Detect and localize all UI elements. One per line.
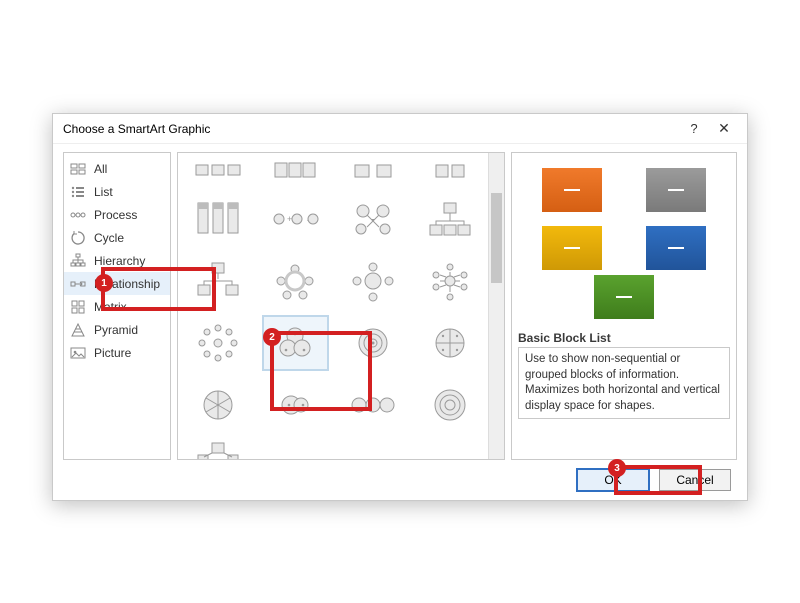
- picture-icon: [70, 345, 86, 361]
- dialog-footer: OK Cancel: [53, 460, 747, 500]
- layout-thumb[interactable]: [339, 157, 407, 185]
- layout-thumb[interactable]: [184, 439, 252, 460]
- pyramid-icon: [70, 322, 86, 338]
- layout-grid: +→: [184, 157, 484, 460]
- category-cycle[interactable]: Cycle: [64, 226, 170, 249]
- category-label: All: [94, 162, 107, 176]
- close-button[interactable]: ✕: [709, 120, 739, 137]
- cycle-icon: [70, 230, 86, 246]
- help-button[interactable]: ?: [679, 121, 709, 136]
- layout-thumb[interactable]: +→: [262, 191, 330, 247]
- category-matrix[interactable]: Matrix: [64, 295, 170, 318]
- layout-thumb[interactable]: [184, 191, 252, 247]
- all-icon: [70, 161, 86, 177]
- dialog-title: Choose a SmartArt Graphic: [63, 122, 679, 136]
- layout-thumb[interactable]: [262, 157, 330, 185]
- process-icon: [70, 207, 86, 223]
- layout-thumb[interactable]: [262, 377, 330, 433]
- layout-gallery: +→: [177, 152, 505, 460]
- smartart-dialog: Choose a SmartArt Graphic ? ✕ All List: [52, 113, 748, 501]
- category-label: Hierarchy: [94, 254, 145, 268]
- relationship-icon: [70, 276, 86, 292]
- preview-description: Use to show non-sequential or grouped bl…: [518, 347, 730, 419]
- layout-thumb[interactable]: [339, 439, 407, 460]
- preview-name: Basic Block List: [518, 331, 730, 345]
- layout-thumb[interactable]: [262, 439, 330, 460]
- category-label: Process: [94, 208, 137, 222]
- layout-thumb[interactable]: [339, 253, 407, 309]
- category-hierarchy[interactable]: Hierarchy: [64, 249, 170, 272]
- category-picture[interactable]: Picture: [64, 341, 170, 364]
- category-label: Picture: [94, 346, 131, 360]
- layout-thumb[interactable]: [184, 377, 252, 433]
- layout-thumb[interactable]: [262, 253, 330, 309]
- layout-thumb[interactable]: [339, 377, 407, 433]
- preview-pane: .pv-canvas { grid-template-columns: repe…: [511, 152, 737, 460]
- dialog-body: All List Process Cycle: [53, 144, 747, 460]
- list-icon: [70, 184, 86, 200]
- preview-block: [646, 226, 706, 270]
- layout-thumb[interactable]: [417, 191, 485, 247]
- layout-thumb[interactable]: [339, 191, 407, 247]
- preview-block: [646, 168, 706, 212]
- layout-thumb[interactable]: [184, 157, 252, 185]
- preview-block: [542, 226, 602, 270]
- layout-thumb[interactable]: [417, 377, 485, 433]
- category-all[interactable]: All: [64, 157, 170, 180]
- layout-thumb[interactable]: [339, 315, 407, 371]
- category-label: Relationship: [94, 277, 160, 291]
- category-pyramid[interactable]: Pyramid: [64, 318, 170, 341]
- hierarchy-icon: [70, 253, 86, 269]
- layout-thumb[interactable]: [184, 315, 252, 371]
- preview-block: [542, 168, 602, 212]
- layout-thumb[interactable]: [417, 253, 485, 309]
- titlebar: Choose a SmartArt Graphic ? ✕: [53, 114, 747, 144]
- layout-thumb[interactable]: [417, 439, 485, 460]
- layout-thumb-selected[interactable]: [262, 315, 330, 371]
- category-label: Matrix: [94, 300, 127, 314]
- scrollbar-thumb[interactable]: [491, 193, 502, 283]
- category-process[interactable]: Process: [64, 203, 170, 226]
- category-label: Pyramid: [94, 323, 138, 337]
- category-list-item[interactable]: List: [64, 180, 170, 203]
- category-label: Cycle: [94, 231, 124, 245]
- category-label: List: [94, 185, 113, 199]
- gallery-scrollbar[interactable]: [488, 153, 504, 459]
- svg-text:+: +: [287, 214, 292, 224]
- matrix-icon: [70, 299, 86, 315]
- preview-block: [594, 275, 654, 319]
- ok-button[interactable]: OK: [577, 469, 649, 491]
- layout-thumb[interactable]: [417, 315, 485, 371]
- layout-thumb[interactable]: [184, 253, 252, 309]
- cancel-button[interactable]: Cancel: [659, 469, 731, 491]
- layout-thumb[interactable]: [417, 157, 485, 185]
- category-list: All List Process Cycle: [63, 152, 171, 460]
- category-relationship[interactable]: Relationship: [64, 272, 170, 295]
